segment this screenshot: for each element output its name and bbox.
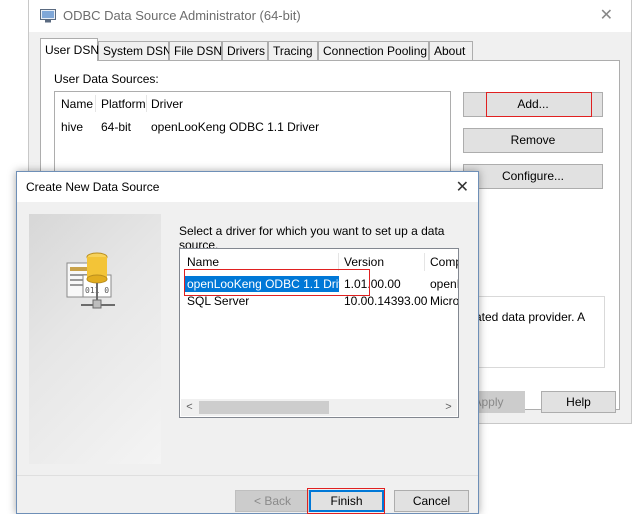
description-text: cated data provider. A [469,310,586,324]
wizard-graphic-panel: 011 0 [29,214,161,464]
tab-about[interactable]: About [429,41,473,60]
dsn-row-platform: 64-bit [101,120,132,134]
database-wizard-icon: 011 0 [66,252,115,309]
dialog-close-icon[interactable]: ✕ [456,177,469,197]
tab-tracing[interactable]: Tracing [268,41,318,60]
dsn-col-platform[interactable]: Platform [101,97,146,111]
dsn-col-name[interactable]: Name [61,97,93,111]
odbc-window-title: ODBC Data Source Administrator (64-bit) [63,8,301,23]
dsn-col-divider [146,95,147,112]
horizontal-scrollbar[interactable]: < > [181,399,457,416]
scroll-right-icon[interactable]: > [440,399,457,416]
remove-button[interactable]: Remove [463,128,603,153]
odbc-close-icon[interactable]: ✕ [600,5,613,25]
driver-col-company[interactable]: Comp [430,255,458,269]
driver-col-version[interactable]: Version [344,255,384,269]
create-new-data-source-dialog: Create New Data Source ✕ 011 0 Select a … [16,171,479,514]
cancel-button[interactable]: Cancel [394,490,469,512]
driver-row-company: openL [430,277,458,291]
dialog-footer-divider [17,475,478,476]
dsn-col-driver[interactable]: Driver [151,97,183,111]
configure-button[interactable]: Configure... [463,164,603,189]
scroll-thumb[interactable] [199,401,329,414]
finish-button-highlight [307,488,385,514]
dsn-row-name[interactable]: hive [61,120,83,134]
tab-file-dsn[interactable]: File DSN [169,41,222,60]
odbc-titlebar: ODBC Data Source Administrator (64-bit) … [29,0,631,32]
add-button-highlight [486,92,592,117]
tab-drivers[interactable]: Drivers [222,41,268,60]
dsn-row-driver: openLooKeng ODBC 1.1 Driver [151,120,320,134]
user-data-sources-label: User Data Sources: [54,72,159,86]
dialog-title: Create New Data Source [26,180,160,194]
tab-connection-pooling[interactable]: Connection Pooling [318,41,429,60]
driver-row-name[interactable]: SQL Server [187,294,249,308]
driver-row-company: Micros [430,294,458,308]
tab-user-dsn[interactable]: User DSN [40,38,99,61]
back-button[interactable]: < Back [235,490,310,512]
driver-col-name[interactable]: Name [187,255,219,269]
help-button[interactable]: Help [541,391,616,413]
scroll-left-icon[interactable]: < [181,399,198,416]
driver-selection-highlight-box [184,269,370,296]
description-box: cated data provider. A [463,296,605,368]
dsn-col-divider [95,95,96,112]
driver-list[interactable]: Name Version Comp openLooKeng ODBC 1.1 D… [179,248,459,418]
tab-system-dsn[interactable]: System DSN [98,41,172,60]
driver-row-version: 10.00.14393.00 [344,294,428,308]
odbc-app-icon [40,9,56,23]
driver-col-divider [424,253,425,271]
dialog-titlebar: Create New Data Source ✕ [17,172,478,202]
